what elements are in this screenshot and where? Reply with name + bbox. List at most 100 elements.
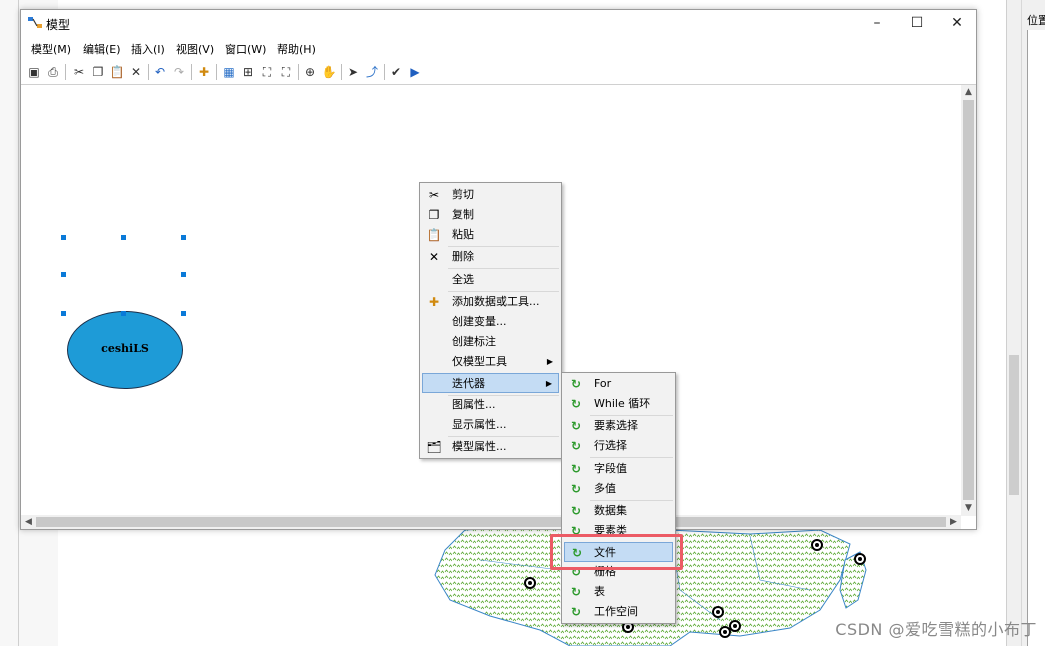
iterator-icon: ↻: [570, 462, 582, 476]
selection-handle[interactable]: [181, 235, 186, 240]
connect-icon[interactable]: ⤴: [364, 64, 380, 80]
menu-item-diagram-properties[interactable]: 图属性...: [422, 395, 559, 415]
menu-edit[interactable]: 编辑(E): [83, 41, 121, 57]
toolbar-separator: [384, 64, 385, 80]
model-node-ceshils[interactable]: ceshiLS: [67, 311, 183, 389]
pan-icon[interactable]: ✋: [321, 64, 337, 80]
selection-handle[interactable]: [181, 272, 186, 277]
menu-item-datasets[interactable]: ↻ 数据集: [564, 501, 673, 521]
iterator-icon: ↻: [570, 605, 582, 619]
menu-item-model-only-tools[interactable]: 仅模型工具 ▶: [422, 352, 559, 372]
delete-icon[interactable]: ✕: [128, 64, 144, 80]
menu-help[interactable]: 帮助(H): [277, 41, 316, 57]
iterator-icon: ↻: [570, 585, 582, 599]
selection-handle[interactable]: [181, 311, 186, 316]
menu-window[interactable]: 窗口(W): [225, 41, 266, 57]
menu-item-row-selection[interactable]: ↻ 行选择: [564, 436, 673, 456]
menu-item-field-value[interactable]: ↻ 字段值: [564, 459, 673, 479]
menu-item-create-label[interactable]: 创建标注: [422, 332, 559, 352]
model-properties-icon: 🗂: [426, 440, 442, 454]
select-icon[interactable]: ➤: [345, 64, 361, 80]
city-marker: [811, 539, 823, 551]
menu-item-workspaces[interactable]: ↻ 工作空间: [564, 602, 673, 622]
scroll-right-icon[interactable]: ▶: [946, 515, 961, 529]
menu-item-cut[interactable]: ✂ 剪切: [422, 185, 559, 205]
scroll-left-icon[interactable]: ◀: [21, 515, 36, 529]
iterator-icon: ↻: [570, 504, 582, 518]
print-icon[interactable]: ⎙: [45, 64, 61, 80]
add-data-icon[interactable]: ✚: [196, 64, 212, 80]
toolbar-separator: [148, 64, 149, 80]
right-panel-label: 位置: [1027, 14, 1045, 27]
city-marker: [719, 626, 731, 638]
zoom-in-fixed-icon[interactable]: ⛶: [259, 64, 275, 80]
scrollbar-thumb[interactable]: [963, 100, 974, 500]
scroll-down-icon[interactable]: ▼: [961, 501, 976, 516]
iterator-icon: ↻: [570, 419, 582, 433]
menu-model[interactable]: 模型(M): [31, 41, 71, 57]
menu-item-for[interactable]: ↻ For: [564, 374, 673, 394]
auto-layout-icon[interactable]: ▦: [221, 64, 237, 80]
city-marker: [854, 553, 866, 565]
selection-handle[interactable]: [61, 311, 66, 316]
vertical-scrollbar[interactable]: ▲ ▼: [961, 85, 976, 516]
scrollbar-thumb[interactable]: [36, 517, 946, 527]
right-panel-scrollbar[interactable]: [1007, 0, 1022, 646]
menu-item-display-properties[interactable]: 显示属性...: [422, 415, 559, 435]
left-dock-strip: [0, 0, 19, 646]
minimize-button[interactable]: –: [857, 10, 897, 36]
iterator-icon: ↻: [570, 377, 582, 391]
menu-item-while[interactable]: ↻ While 循环: [564, 394, 673, 414]
run-icon[interactable]: ▶: [407, 64, 423, 80]
maximize-button[interactable]: ☐: [897, 10, 937, 36]
menu-separator: [590, 457, 673, 458]
menu-item-multivalue[interactable]: ↻ 多值: [564, 479, 673, 499]
menu-item-paste[interactable]: 📋 粘贴: [422, 225, 559, 245]
validate-icon[interactable]: ✔: [388, 64, 404, 80]
menu-item-add-data[interactable]: ✚ 添加数据或工具...: [422, 292, 559, 312]
undo-icon[interactable]: ↶: [152, 64, 168, 80]
menu-view[interactable]: 视图(V): [176, 41, 214, 57]
selection-handle[interactable]: [61, 272, 66, 277]
copy-icon[interactable]: ❐: [90, 64, 106, 80]
iterator-icon: ↻: [570, 397, 582, 411]
menu-item-model-properties[interactable]: 🗂 模型属性...: [422, 437, 559, 457]
full-extent-icon[interactable]: ⊞: [240, 64, 256, 80]
paste-icon[interactable]: 📋: [109, 64, 125, 80]
submenu-arrow-icon: ▶: [545, 379, 552, 388]
toolbar: ▣ ⎙ ✂ ❐ 📋 ✕ ↶ ↷ ✚ ▦ ⊞ ⛶ ⛶ ⊕ ✋ ➤ ⤴ ✔ ▶: [21, 60, 976, 85]
iterator-icon: ↻: [570, 439, 582, 453]
toolbar-separator: [65, 64, 66, 80]
scrollbar-thumb[interactable]: [1009, 355, 1019, 495]
redo-icon[interactable]: ↷: [171, 64, 187, 80]
title-bar[interactable]: 模型 – ☐ ✕: [21, 10, 976, 36]
menu-item-tables[interactable]: ↻ 表: [564, 582, 673, 602]
context-menu: ✂ 剪切 ❐ 复制 📋 粘贴 ✕ 删除 全选 ✚ 添加数据或工具... 创建变量…: [419, 182, 562, 459]
cut-icon[interactable]: ✂: [71, 64, 87, 80]
cut-icon: ✂: [428, 188, 440, 202]
menu-item-select-all[interactable]: 全选: [422, 270, 559, 290]
zoom-out-fixed-icon[interactable]: ⛶: [278, 64, 294, 80]
selection-handle[interactable]: [121, 311, 126, 316]
zoom-icon[interactable]: ⊕: [302, 64, 318, 80]
scroll-up-icon[interactable]: ▲: [961, 85, 976, 100]
save-icon[interactable]: ▣: [26, 64, 42, 80]
paste-icon: 📋: [426, 228, 442, 242]
menu-item-feature-selection[interactable]: ↻ 要素选择: [564, 416, 673, 436]
horizontal-scrollbar[interactable]: ◀ ▶: [21, 515, 961, 529]
delete-icon: ✕: [428, 250, 440, 264]
city-marker: [712, 606, 724, 618]
menu-item-copy[interactable]: ❐ 复制: [422, 205, 559, 225]
right-dock-panel: 位置: [1006, 0, 1045, 646]
selection-handle[interactable]: [121, 235, 126, 240]
menu-insert[interactable]: 插入(I): [131, 41, 165, 57]
menu-bar: 模型(M) 编辑(E) 插入(I) 视图(V) 窗口(W) 帮助(H): [21, 38, 976, 58]
iterator-submenu: ↻ For ↻ While 循环 ↻ 要素选择 ↻ 行选择 ↻ 字段值 ↻ 多值…: [561, 372, 676, 624]
selection-handle[interactable]: [61, 235, 66, 240]
toolbar-separator: [216, 64, 217, 80]
menu-item-delete[interactable]: ✕ 删除: [422, 247, 559, 267]
close-button[interactable]: ✕: [937, 10, 977, 36]
menu-item-iterators[interactable]: 迭代器 ▶: [422, 373, 559, 393]
right-panel-pane: [1027, 30, 1045, 646]
menu-item-create-variable[interactable]: 创建变量...: [422, 312, 559, 332]
